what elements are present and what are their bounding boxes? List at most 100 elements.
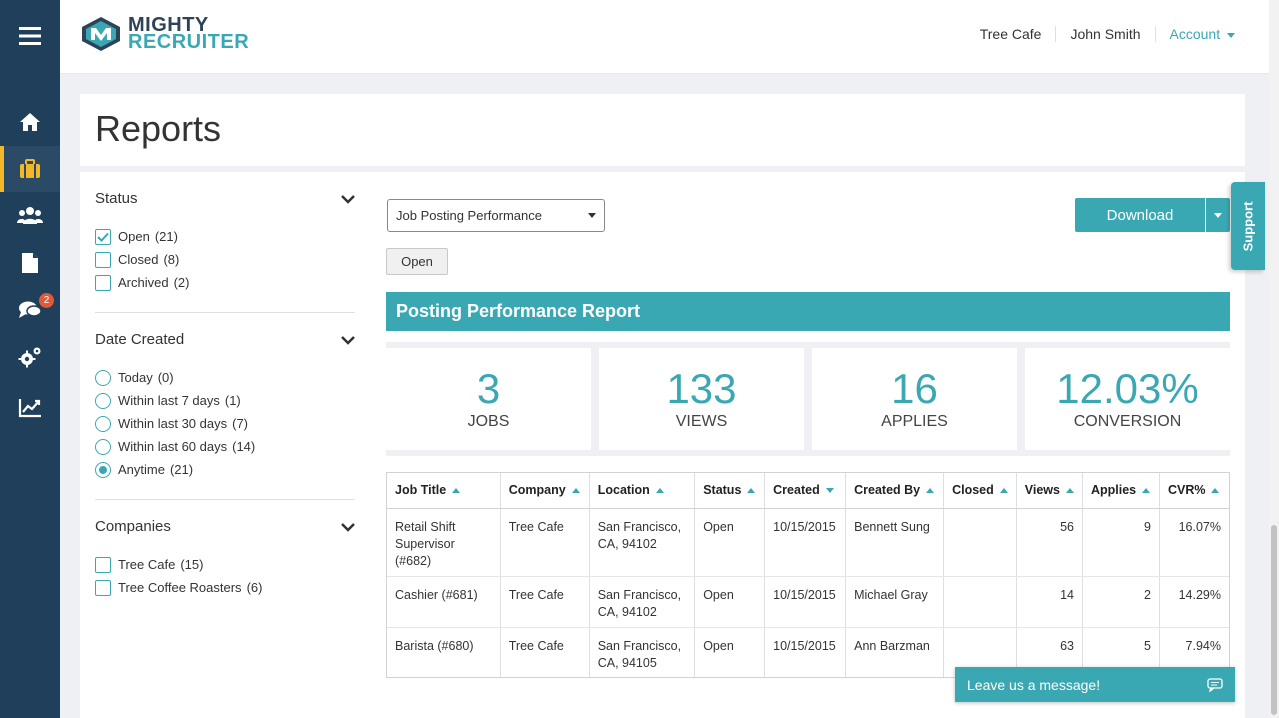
column-label: CVR% xyxy=(1167,483,1206,498)
menu-button[interactable] xyxy=(0,13,60,59)
main-card: Status Open (21) Closed (8) Archived (2) Da… xyxy=(80,172,1245,718)
column-label: Status xyxy=(703,483,742,498)
cell-company: Tree Cafe xyxy=(500,576,590,628)
status-filter-header[interactable]: Status xyxy=(95,190,355,207)
report-type-select[interactable]: Job Posting Performance xyxy=(387,199,605,232)
chevron-down-icon xyxy=(1227,32,1235,38)
sidebar-item-documents[interactable] xyxy=(0,240,60,286)
company-option-tree-coffee-roasters[interactable]: Tree Coffee Roasters (6) xyxy=(95,576,355,599)
option-label: Anytime xyxy=(118,462,165,477)
cell-status: Open xyxy=(694,576,766,628)
sidebar-item-messages[interactable]: 2 xyxy=(0,287,60,333)
chat-widget[interactable]: Leave us a message! xyxy=(955,667,1235,702)
column-header[interactable]: Location xyxy=(589,473,696,509)
companies-filter-header[interactable]: Companies xyxy=(95,518,355,535)
top-header: MIGHTY RECRUITER Tree Cafe John Smith Ac… xyxy=(60,0,1279,74)
sidebar-item-settings[interactable] xyxy=(0,334,60,380)
cell-applies: 2 xyxy=(1082,576,1160,628)
checkbox[interactable] xyxy=(95,228,111,245)
table-row[interactable]: Cashier (#681) Tree Cafe San Francisco, … xyxy=(387,576,1229,628)
cell-created: 10/15/2015 xyxy=(764,627,847,677)
cell-job-title[interactable]: Retail Shift Supervisor (#682) xyxy=(387,508,501,577)
radio[interactable] xyxy=(95,392,111,409)
sidebar-item-jobs[interactable] xyxy=(0,146,60,192)
sidebar-item-candidates[interactable] xyxy=(0,192,60,238)
status-option-archived[interactable]: Archived (2) xyxy=(95,271,355,294)
option-count: (14) xyxy=(232,439,256,454)
briefcase-icon xyxy=(20,159,40,178)
date-option-anytime[interactable]: Anytime (21) xyxy=(95,458,355,481)
option-label: Closed xyxy=(118,252,159,267)
table-header-row: Job Title Company Location Status Create… xyxy=(387,473,1229,509)
filters-panel: Status Open (21) Closed (8) Archived (2) Da… xyxy=(95,190,355,635)
stat-conversion: 12.03% CONVERSION xyxy=(1025,348,1230,450)
column-header[interactable]: Status xyxy=(694,473,766,509)
date-option-today[interactable]: Today (0) xyxy=(95,366,355,389)
sort-desc-icon xyxy=(825,488,834,494)
download-button[interactable]: Download xyxy=(1075,198,1205,232)
stat-value: 3 xyxy=(476,365,501,412)
column-header[interactable]: Company xyxy=(500,473,590,509)
checkbox[interactable] xyxy=(95,274,111,291)
company-option-tree-cafe[interactable]: Tree Cafe (15) xyxy=(95,553,355,576)
radio[interactable] xyxy=(95,461,111,478)
account-menu[interactable]: Account xyxy=(1154,26,1249,42)
date-option-7-days[interactable]: Within last 7 days (1) xyxy=(95,389,355,412)
status-option-open[interactable]: Open (21) xyxy=(95,225,355,248)
cell-job-title[interactable]: Barista (#680) xyxy=(387,627,501,677)
checkbox[interactable] xyxy=(95,556,111,573)
column-header[interactable]: Created By xyxy=(845,473,945,509)
open-button[interactable]: Open xyxy=(386,248,448,275)
column-label: Location xyxy=(597,483,650,498)
chevron-down-icon xyxy=(341,335,355,345)
cell-cvr: 16.07% xyxy=(1159,508,1229,577)
cell-views: 14 xyxy=(1016,576,1083,628)
status-filter: Status Open (21) Closed (8) Archived (2) xyxy=(95,190,355,313)
column-header[interactable]: Applies xyxy=(1082,473,1160,509)
users-icon xyxy=(17,207,43,224)
stat-applies: 16 APPLIES xyxy=(812,348,1017,450)
column-label: Company xyxy=(508,483,566,498)
cell-views: 56 xyxy=(1016,508,1083,577)
status-filter-label: Status xyxy=(95,190,138,207)
company-name[interactable]: Tree Cafe xyxy=(966,26,1056,42)
date-option-60-days[interactable]: Within last 60 days (14) xyxy=(95,435,355,458)
sidebar-item-home[interactable] xyxy=(0,99,60,145)
report-table: Job Title Company Location Status Create… xyxy=(387,473,1229,677)
chart-icon xyxy=(18,399,41,418)
column-header[interactable]: Job Title xyxy=(387,473,501,509)
date-option-30-days[interactable]: Within last 30 days (7) xyxy=(95,412,355,435)
support-tab[interactable]: Support xyxy=(1231,182,1265,270)
chat-icon xyxy=(19,301,42,318)
radio[interactable] xyxy=(95,369,111,386)
checkbox[interactable] xyxy=(95,579,111,596)
user-name[interactable]: John Smith xyxy=(1055,26,1154,42)
cell-closed xyxy=(943,508,1017,577)
column-header[interactable]: Views xyxy=(1016,473,1083,509)
stats-row: 3 JOBS 133 VIEWS 16 APPLIES 12.03% CONVERSIO… xyxy=(386,342,1230,456)
option-label: Within last 60 days xyxy=(118,439,228,454)
date-filter: Date Created Today (0) Within last 7 days… xyxy=(95,331,355,500)
sort-asc-icon xyxy=(452,488,461,494)
table-row[interactable]: Retail Shift Supervisor (#682) Tree Cafe… xyxy=(387,508,1229,577)
logo[interactable]: MIGHTY RECRUITER xyxy=(80,15,249,52)
column-header[interactable]: Closed xyxy=(943,473,1017,509)
date-filter-header[interactable]: Date Created xyxy=(95,331,355,348)
radio[interactable] xyxy=(95,438,111,455)
download-dropdown-toggle[interactable] xyxy=(1206,198,1230,232)
checkbox[interactable] xyxy=(95,251,111,268)
status-option-closed[interactable]: Closed (8) xyxy=(95,248,355,271)
cell-created: 10/15/2015 xyxy=(764,508,847,577)
scrollbar-thumb[interactable] xyxy=(1271,525,1277,715)
column-header[interactable]: Created xyxy=(764,473,847,509)
page-scrollbar[interactable] xyxy=(1269,0,1279,718)
cell-company: Tree Cafe xyxy=(500,627,590,677)
report-title: Posting Performance Report xyxy=(386,292,1230,331)
sort-asc-icon xyxy=(655,488,664,494)
option-label: Within last 7 days xyxy=(118,393,220,408)
sidebar-item-reports[interactable] xyxy=(0,385,60,431)
radio[interactable] xyxy=(95,415,111,432)
cell-job-title[interactable]: Cashier (#681) xyxy=(387,576,501,628)
column-header[interactable]: CVR% xyxy=(1159,473,1229,509)
chevron-down-icon xyxy=(1214,212,1222,218)
